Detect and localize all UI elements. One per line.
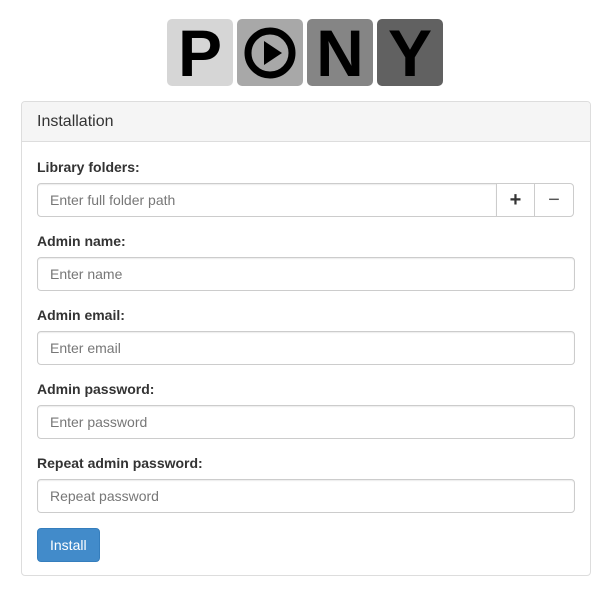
library-folders-label: Library folders: <box>37 159 140 175</box>
add-folder-button[interactable]: + <box>496 183 535 217</box>
library-folder-input[interactable] <box>37 183 497 217</box>
repeat-password-group: Repeat admin password: <box>37 454 575 513</box>
installation-panel: Installation Library folders: + − Admin … <box>21 101 591 576</box>
pony-logo: P N Y <box>167 19 443 86</box>
admin-name-group: Admin name: <box>37 232 575 291</box>
logo-tile-p: P <box>167 19 233 86</box>
logo-tile-n: N <box>307 19 373 86</box>
play-circle-icon <box>244 27 296 78</box>
panel-heading: Installation <box>22 102 590 142</box>
install-button[interactable]: Install <box>37 528 100 562</box>
logo-tile-y: Y <box>377 19 443 86</box>
admin-password-input[interactable] <box>37 405 575 439</box>
admin-name-input[interactable] <box>37 257 575 291</box>
library-folders-group: Library folders: + − <box>37 158 575 217</box>
logo-letter-p: P <box>177 15 223 90</box>
logo-letter-n: N <box>316 15 364 90</box>
installation-form: Library folders: + − Admin name: Admin e… <box>22 142 590 562</box>
admin-email-input[interactable] <box>37 331 575 365</box>
logo-tile-o <box>237 19 303 86</box>
library-folders-input-group: + − <box>37 183 575 217</box>
admin-password-label: Admin password: <box>37 381 155 397</box>
remove-folder-button[interactable]: − <box>534 183 574 217</box>
admin-email-group: Admin email: <box>37 306 575 365</box>
admin-password-group: Admin password: <box>37 380 575 439</box>
admin-email-label: Admin email: <box>37 307 125 323</box>
logo-letter-y: Y <box>387 15 433 90</box>
panel-title: Installation <box>37 112 114 130</box>
repeat-password-label: Repeat admin password: <box>37 455 203 471</box>
repeat-password-input[interactable] <box>37 479 575 513</box>
admin-name-label: Admin name: <box>37 233 126 249</box>
